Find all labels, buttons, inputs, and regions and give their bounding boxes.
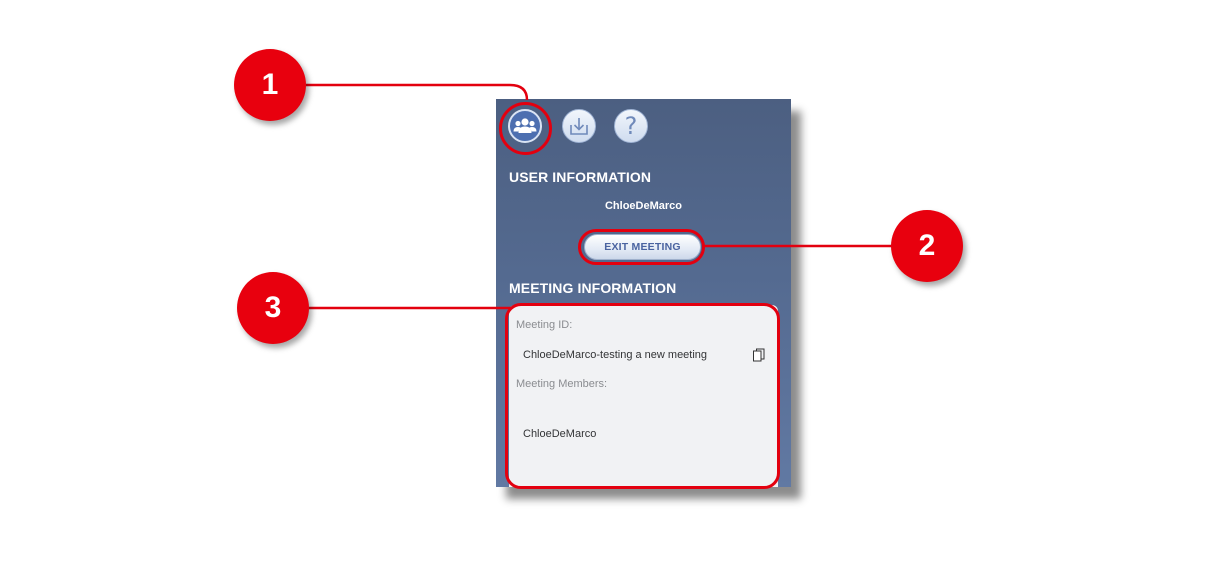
callout-1: 1 — [234, 49, 306, 121]
highlight-users-icon — [499, 102, 552, 155]
screenshot-stage: ? USER INFORMATION ChloeDeMarco EXIT MEE… — [0, 0, 1226, 577]
connector-line-1 — [306, 83, 529, 101]
highlight-exit-button — [578, 229, 705, 265]
highlight-meeting-card — [505, 303, 780, 489]
annotation-lines — [306, 83, 892, 310]
callout-2: 2 — [891, 210, 963, 282]
callout-3: 3 — [237, 272, 309, 344]
